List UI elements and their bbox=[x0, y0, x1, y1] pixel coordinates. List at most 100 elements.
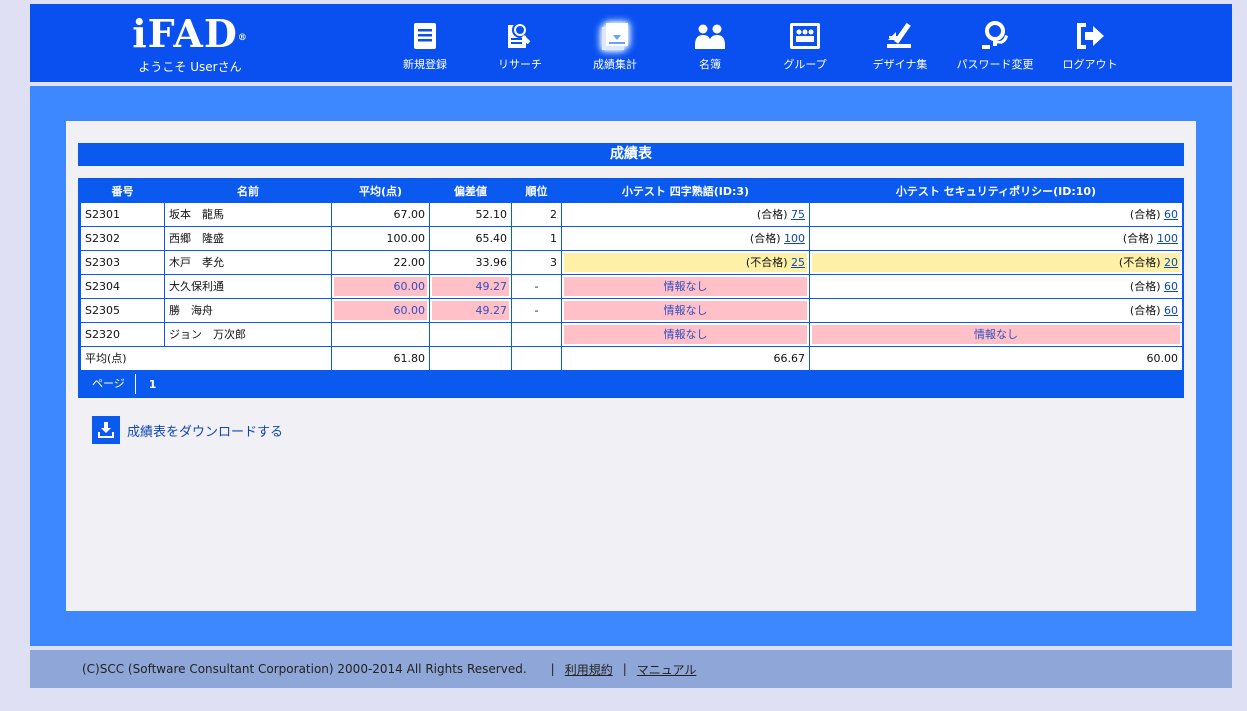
score-link[interactable]: 60 bbox=[1164, 304, 1178, 317]
nav-label: 新規登録 bbox=[403, 58, 447, 71]
nav-password[interactable]: パスワード変更 bbox=[950, 16, 1040, 72]
logo-text: iFAD bbox=[132, 11, 238, 56]
cell-id: S2320 bbox=[80, 321, 165, 347]
cell-deviation: 49.27 bbox=[429, 273, 512, 299]
table-row: S2304 大久保利通 60.00 49.27 - 情報なし (合格) 60 bbox=[80, 273, 1183, 299]
status-text: (合格) bbox=[1129, 208, 1161, 221]
download-label: 成績表をダウンロードする bbox=[127, 424, 284, 440]
main-area: 成績表 番号 名前 平均(点) 偏差値 順位 小テスト 四字熟語(ID:3) 小… bbox=[30, 86, 1232, 646]
cell-test2: (合格) 100 bbox=[809, 225, 1183, 251]
pager: ページ 1 bbox=[80, 371, 1182, 398]
grade-summary-icon bbox=[570, 16, 660, 56]
score-link[interactable]: 75 bbox=[791, 208, 805, 221]
table-header-row: 番号 名前 平均(点) 偏差値 順位 小テスト 四字熟語(ID:3) 小テスト … bbox=[81, 180, 1183, 202]
pager-page-1[interactable]: 1 bbox=[136, 378, 157, 391]
cell-test2: (合格) 60 bbox=[809, 297, 1183, 323]
cell-rank: - bbox=[511, 297, 562, 323]
cell-test2: (合格) 60 bbox=[809, 201, 1183, 227]
cell-deviation: 49.27 bbox=[429, 297, 512, 323]
cell-average: 67.00 bbox=[331, 201, 430, 227]
col-header-id: 番号 bbox=[111, 184, 134, 198]
col-header-rank: 順位 bbox=[525, 184, 548, 198]
status-text: (合格) bbox=[1129, 304, 1161, 317]
download-icon bbox=[92, 416, 120, 444]
nav-logout[interactable]: ログアウト bbox=[1045, 16, 1135, 72]
cell-rank: - bbox=[511, 273, 562, 299]
cell-average: 22.00 bbox=[331, 249, 430, 275]
cell-test2: (合格) 60 bbox=[809, 273, 1183, 299]
cell-test1-no-info: 情報なし bbox=[561, 273, 810, 299]
logo[interactable]: iFAD® ようこそ Userさん bbox=[130, 14, 250, 75]
download-link[interactable]: 成績表をダウンロードする bbox=[92, 416, 283, 444]
nav-research[interactable]: リサーチ bbox=[475, 16, 565, 72]
group-icon bbox=[760, 16, 850, 56]
nav-label: グループ bbox=[783, 58, 827, 71]
cell-deviation: 33.96 bbox=[429, 249, 512, 275]
cell-deviation bbox=[429, 321, 512, 347]
cell-id: S2302 bbox=[80, 225, 165, 251]
register-icon bbox=[380, 16, 470, 56]
status-text: (不合格) bbox=[1118, 255, 1161, 269]
cell-test2-no-info: 情報なし bbox=[809, 321, 1183, 347]
cell-average: 60.00 bbox=[331, 273, 430, 299]
table-row: S2302 西郷 隆盛 100.00 65.40 1 (合格) 100 (合格)… bbox=[80, 225, 1183, 251]
score-link[interactable]: 25 bbox=[791, 256, 805, 269]
welcome-text: ようこそ Userさん bbox=[138, 60, 242, 74]
nav-label: ログアウト bbox=[1062, 58, 1118, 71]
password-icon bbox=[950, 16, 1040, 56]
table-row: S2320 ジョン 万次郎 情報なし 情報なし bbox=[80, 321, 1183, 347]
table-row: S2301 坂本 龍馬 67.00 52.10 2 (合格) 75 (合格) 6… bbox=[80, 201, 1183, 227]
score-link[interactable]: 100 bbox=[784, 232, 805, 245]
cell-id: S2301 bbox=[80, 201, 165, 227]
cell-rank bbox=[511, 321, 562, 347]
cell-name: 勝 海舟 bbox=[164, 297, 332, 323]
nav-label: 名簿 bbox=[699, 58, 721, 71]
manual-link[interactable]: マニュアル bbox=[637, 661, 697, 678]
footer-separator: | bbox=[550, 662, 555, 676]
grade-table: 番号 名前 平均(点) 偏差値 順位 小テスト 四字熟語(ID:3) 小テスト … bbox=[78, 178, 1184, 398]
nav-designer[interactable]: デザイナ集 bbox=[855, 16, 945, 72]
cell-test2-failed: (不合格) 20 bbox=[809, 249, 1183, 275]
test2-average: 60.00 bbox=[809, 345, 1183, 371]
col-header-average: 平均(点) bbox=[358, 184, 403, 198]
cell-id: S2305 bbox=[80, 297, 165, 323]
cell-average: 100.00 bbox=[331, 225, 430, 251]
cell-name: 坂本 龍馬 bbox=[164, 201, 332, 227]
nav-label: パスワード変更 bbox=[956, 58, 1034, 71]
nav-label: デザイナ集 bbox=[872, 58, 928, 71]
cell-name: ジョン 万次郎 bbox=[164, 321, 332, 347]
score-link[interactable]: 60 bbox=[1164, 208, 1178, 221]
cell-rank: 3 bbox=[511, 249, 562, 275]
table-row: S2305 勝 海舟 60.00 49.27 - 情報なし (合格) 60 bbox=[80, 297, 1183, 323]
col-header-name: 名前 bbox=[237, 184, 259, 198]
research-icon bbox=[475, 16, 565, 56]
score-link[interactable]: 60 bbox=[1164, 280, 1178, 293]
table-title: 成績表 bbox=[78, 143, 1184, 166]
logout-icon bbox=[1045, 16, 1135, 56]
cell-test1: (合格) 75 bbox=[561, 201, 810, 227]
copyright: (C)SCC (Software Consultant Corporation)… bbox=[82, 662, 527, 676]
cell-average: 60.00 bbox=[331, 297, 430, 323]
cell-name: 木戸 孝允 bbox=[164, 249, 332, 275]
status-text: (合格) bbox=[1122, 232, 1154, 245]
terms-link[interactable]: 利用規約 bbox=[565, 661, 613, 678]
cell-test1-no-info: 情報なし bbox=[561, 321, 810, 347]
status-text: (合格) bbox=[756, 208, 788, 221]
nav-roster[interactable]: 名簿 bbox=[665, 16, 755, 72]
col-header-test1: 小テスト 四字熟語(ID:3) bbox=[621, 184, 750, 198]
col-header-test2: 小テスト セキュリティポリシー(ID:10) bbox=[895, 184, 1097, 198]
pager-label: ページ bbox=[80, 374, 136, 394]
status-text: (合格) bbox=[749, 232, 781, 245]
nav-group[interactable]: グループ bbox=[760, 16, 850, 72]
nav-grade-summary[interactable]: 成績集計 bbox=[570, 16, 660, 72]
score-link[interactable]: 100 bbox=[1157, 232, 1178, 245]
cell-deviation: 52.10 bbox=[429, 201, 512, 227]
col-header-deviation: 偏差値 bbox=[454, 184, 487, 198]
overall-average: 61.80 bbox=[331, 345, 430, 371]
registered-mark: ® bbox=[237, 33, 248, 43]
cell-test1-no-info: 情報なし bbox=[561, 297, 810, 323]
test1-average: 66.67 bbox=[561, 345, 810, 371]
score-link[interactable]: 20 bbox=[1164, 256, 1178, 269]
nav-label: 成績集計 bbox=[593, 58, 637, 71]
nav-register[interactable]: 新規登録 bbox=[380, 16, 470, 72]
